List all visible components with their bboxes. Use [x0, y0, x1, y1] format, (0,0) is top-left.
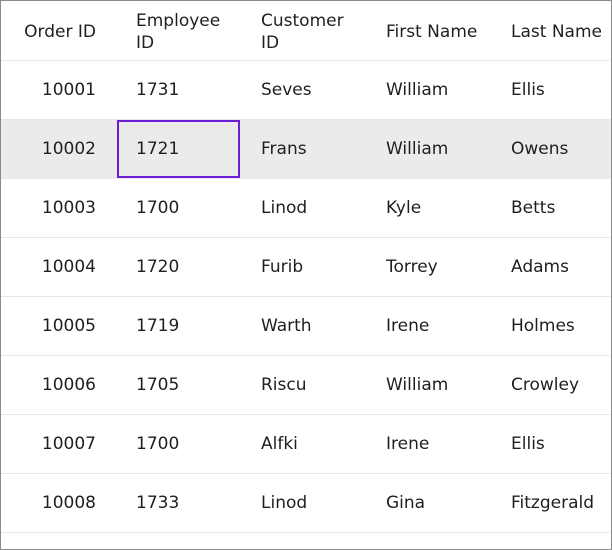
first-name-cell[interactable]: Irene [368, 415, 493, 473]
order-id-cell[interactable]: 10007 [1, 415, 118, 473]
last-name-cell[interactable]: Fitzgerald [493, 474, 611, 532]
first-name-cell[interactable]: William [368, 120, 493, 178]
employee-id-cell[interactable]: 1720 [118, 238, 243, 296]
table-row[interactable]: 10001 1731 Seves William Ellis [1, 61, 611, 120]
first-name-cell[interactable]: Torrey [368, 238, 493, 296]
employee-id-cell[interactable]: 1700 [118, 415, 243, 473]
column-header-last-name[interactable]: Last Name [493, 1, 611, 60]
order-id-cell[interactable]: 10002 [1, 120, 118, 178]
customer-id-cell[interactable]: Riscu [243, 356, 368, 414]
focused-employee-id-cell[interactable]: 1721 [117, 120, 240, 178]
customer-id-cell[interactable]: Frans [243, 120, 368, 178]
column-header-first-name[interactable]: First Name [368, 1, 493, 60]
last-name-cell[interactable]: Holmes [493, 297, 611, 355]
first-name-cell[interactable]: William [368, 356, 493, 414]
first-name-cell[interactable]: Kyle [368, 179, 493, 237]
first-name-cell[interactable]: Irene [368, 297, 493, 355]
last-name-cell[interactable]: Ellis [493, 61, 611, 119]
last-name-cell[interactable]: Adams [493, 238, 611, 296]
customer-id-cell[interactable]: Linod [243, 179, 368, 237]
header-row: Order ID Employee ID Customer ID First N… [1, 1, 611, 61]
order-id-cell[interactable]: 10001 [1, 61, 118, 119]
column-header-employee-id[interactable]: Employee ID [118, 1, 220, 60]
order-id-cell[interactable]: 10006 [1, 356, 118, 414]
order-id-cell[interactable]: 10003 [1, 179, 118, 237]
first-name-cell[interactable]: William [368, 61, 493, 119]
customer-id-cell[interactable]: Alfki [243, 415, 368, 473]
data-grid: Order ID Employee ID Customer ID First N… [0, 0, 612, 550]
last-name-cell[interactable]: Ellis [493, 415, 611, 473]
table-row[interactable]: 10007 1700 Alfki Irene Ellis [1, 415, 611, 474]
first-name-cell[interactable]: Gina [368, 474, 493, 532]
table-row[interactable]: 10002 1721 Frans William Owens [1, 120, 611, 179]
order-id-cell[interactable]: 10008 [1, 474, 118, 532]
employee-id-cell[interactable]: 1733 [118, 474, 243, 532]
last-name-cell[interactable]: Owens [493, 120, 611, 178]
customer-id-cell[interactable]: Furib [243, 238, 368, 296]
employee-id-cell[interactable]: 1731 [118, 61, 243, 119]
table-row[interactable]: 10006 1705 Riscu William Crowley [1, 356, 611, 415]
customer-id-cell[interactable]: Seves [243, 61, 368, 119]
order-id-cell[interactable]: 10004 [1, 238, 118, 296]
table-row[interactable]: 10008 1733 Linod Gina Fitzgerald [1, 474, 611, 533]
customer-id-cell[interactable]: Warth [243, 297, 368, 355]
employee-id-cell[interactable]: 1700 [118, 179, 243, 237]
column-header-order-id[interactable]: Order ID [1, 1, 118, 60]
last-name-cell[interactable]: Betts [493, 179, 611, 237]
table-row[interactable]: 10004 1720 Furib Torrey Adams [1, 238, 611, 297]
order-id-cell[interactable]: 10005 [1, 297, 118, 355]
table-row[interactable]: 10005 1719 Warth Irene Holmes [1, 297, 611, 356]
employee-id-cell[interactable]: 1719 [118, 297, 243, 355]
last-name-cell[interactable]: Crowley [493, 356, 611, 414]
customer-id-cell[interactable]: Linod [243, 474, 368, 532]
table-row[interactable]: 10003 1700 Linod Kyle Betts [1, 179, 611, 238]
employee-id-cell[interactable]: 1705 [118, 356, 243, 414]
column-header-customer-id[interactable]: Customer ID [243, 1, 353, 60]
